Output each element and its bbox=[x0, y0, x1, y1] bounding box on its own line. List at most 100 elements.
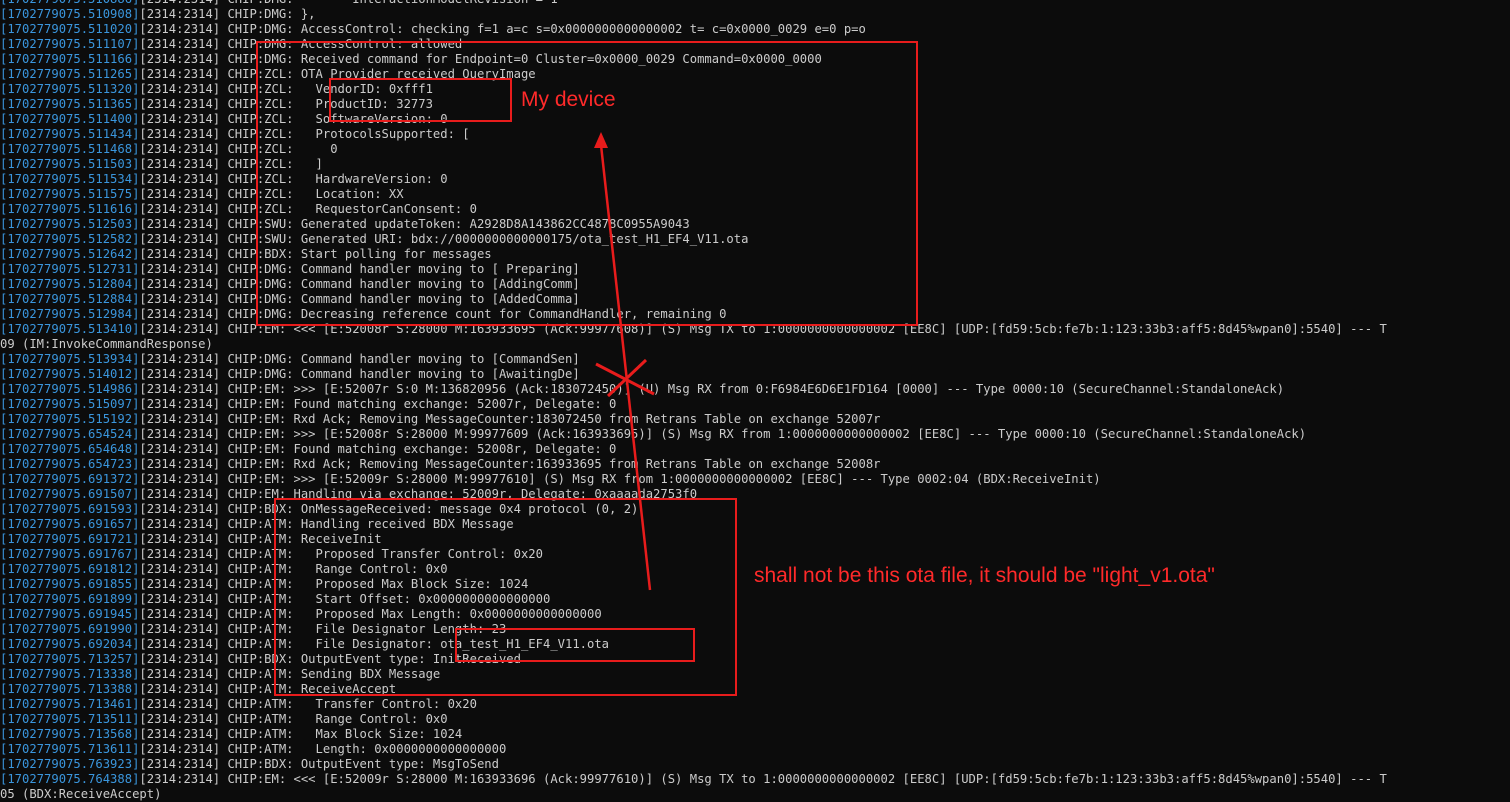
log-timestamp: [1702779075.654723] bbox=[0, 457, 140, 471]
log-line: [1702779075.513934][2314:2314] CHIP:DMG:… bbox=[0, 352, 1510, 367]
log-message: [2314:2314] CHIP:ATM: Sending BDX Messag… bbox=[139, 667, 441, 681]
log-line: [1702779075.511320][2314:2314] CHIP:ZCL:… bbox=[0, 82, 1510, 97]
log-message: [2314:2314] CHIP:BDX: OnMessageReceived:… bbox=[139, 502, 639, 516]
log-line: [1702779075.512731][2314:2314] CHIP:DMG:… bbox=[0, 262, 1510, 277]
log-timestamp: [1702779075.691899] bbox=[0, 592, 140, 606]
log-line: [1702779075.511400][2314:2314] CHIP:ZCL:… bbox=[0, 112, 1510, 127]
wrong-file-annotation: shall not be this ota file, it should be… bbox=[754, 564, 1215, 587]
log-line: 09 (IM:InvokeCommandResponse) bbox=[0, 337, 1510, 352]
log-message: 09 (IM:InvokeCommandResponse) bbox=[0, 337, 213, 351]
log-message: [2314:2314] CHIP:ATM: Proposed Max Block… bbox=[139, 577, 529, 591]
log-timestamp: [1702779075.654524] bbox=[0, 427, 140, 441]
log-line: [1702779075.512503][2314:2314] CHIP:SWU:… bbox=[0, 217, 1510, 232]
log-line: [1702779075.691507][2314:2314] CHIP:EM: … bbox=[0, 487, 1510, 502]
log-timestamp: [1702779075.691372] bbox=[0, 472, 140, 486]
log-line: [1702779075.515192][2314:2314] CHIP:EM: … bbox=[0, 412, 1510, 427]
log-message: [2314:2314] CHIP:ZCL: ProtocolsSupported… bbox=[139, 127, 470, 141]
log-line: [1702779075.510886][2314:2314] CHIP:DMG:… bbox=[0, 0, 1510, 7]
log-line: [1702779075.511468][2314:2314] CHIP:ZCL:… bbox=[0, 142, 1510, 157]
log-line: [1702779075.511166][2314:2314] CHIP:DMG:… bbox=[0, 52, 1510, 67]
log-message: [2314:2314] CHIP:EM: >>> [E:52008r S:280… bbox=[139, 427, 1307, 441]
log-line: [1702779075.713611][2314:2314] CHIP:ATM:… bbox=[0, 742, 1510, 757]
log-message: [2314:2314] CHIP:ZCL: HardwareVersion: 0 bbox=[139, 172, 448, 186]
log-timestamp: [1702779075.510908] bbox=[0, 7, 140, 21]
log-line: [1702779075.512804][2314:2314] CHIP:DMG:… bbox=[0, 277, 1510, 292]
log-message: [2314:2314] CHIP:ATM: Transfer Control: … bbox=[139, 697, 477, 711]
log-message: [2314:2314] CHIP:BDX: OutputEvent type: … bbox=[139, 652, 521, 666]
log-line: [1702779075.691767][2314:2314] CHIP:ATM:… bbox=[0, 547, 1510, 562]
log-timestamp: [1702779075.691855] bbox=[0, 577, 140, 591]
log-timestamp: [1702779075.713338] bbox=[0, 667, 140, 681]
log-timestamp: [1702779075.713257] bbox=[0, 652, 140, 666]
log-line: [1702779075.691990][2314:2314] CHIP:ATM:… bbox=[0, 622, 1510, 637]
log-message: [2314:2314] CHIP:ATM: Range Control: 0x0 bbox=[139, 712, 448, 726]
log-line: [1702779075.512884][2314:2314] CHIP:DMG:… bbox=[0, 292, 1510, 307]
log-line: [1702779075.511265][2314:2314] CHIP:ZCL:… bbox=[0, 67, 1510, 82]
log-line: [1702779075.511575][2314:2314] CHIP:ZCL:… bbox=[0, 187, 1510, 202]
log-message: [2314:2314] CHIP:DMG: AccessControl: che… bbox=[139, 22, 866, 36]
log-timestamp: [1702779075.511320] bbox=[0, 82, 140, 96]
log-line: [1702779075.512642][2314:2314] CHIP:BDX:… bbox=[0, 247, 1510, 262]
log-line: [1702779075.691721][2314:2314] CHIP:ATM:… bbox=[0, 532, 1510, 547]
log-message: [2314:2314] CHIP:DMG: }, bbox=[139, 7, 316, 21]
log-line: [1702779075.510908][2314:2314] CHIP:DMG:… bbox=[0, 7, 1510, 22]
log-timestamp: [1702779075.512731] bbox=[0, 262, 140, 276]
log-message: [2314:2314] CHIP:SWU: Generated URI: bdx… bbox=[139, 232, 749, 246]
log-line: [1702779075.713338][2314:2314] CHIP:ATM:… bbox=[0, 667, 1510, 682]
log-message: [2314:2314] CHIP:ZCL: OTA Provider recei… bbox=[139, 67, 536, 81]
log-message: [2314:2314] CHIP:ATM: Handling received … bbox=[139, 517, 514, 531]
log-timestamp: [1702779075.713388] bbox=[0, 682, 140, 696]
log-timestamp: [1702779075.511575] bbox=[0, 187, 140, 201]
log-timestamp: [1702779075.763923] bbox=[0, 757, 140, 771]
log-message: [2314:2314] CHIP:ATM: ReceiveAccept bbox=[139, 682, 397, 696]
log-message: [2314:2314] CHIP:EM: >>> [E:52007r S:0 M… bbox=[139, 382, 1285, 396]
log-message: [2314:2314] CHIP:DMG: Received command f… bbox=[139, 52, 822, 66]
my-device-annotation: My device bbox=[521, 88, 616, 111]
log-message: [2314:2314] CHIP:ATM: File Designator Le… bbox=[139, 622, 507, 636]
log-message: [2314:2314] CHIP:EM: Handling via exchan… bbox=[139, 487, 698, 501]
log-line: [1702779075.691593][2314:2314] CHIP:BDX:… bbox=[0, 502, 1510, 517]
log-line: [1702779075.691899][2314:2314] CHIP:ATM:… bbox=[0, 592, 1510, 607]
log-timestamp: [1702779075.691767] bbox=[0, 547, 140, 561]
log-message: [2314:2314] CHIP:DMG: Command handler mo… bbox=[139, 262, 580, 276]
log-timestamp: [1702779075.691990] bbox=[0, 622, 140, 636]
log-line: [1702779075.763923][2314:2314] CHIP:BDX:… bbox=[0, 757, 1510, 772]
log-line: [1702779075.511534][2314:2314] CHIP:ZCL:… bbox=[0, 172, 1510, 187]
log-line: [1702779075.713461][2314:2314] CHIP:ATM:… bbox=[0, 697, 1510, 712]
log-message: [2314:2314] CHIP:ZCL: Location: XX bbox=[139, 187, 404, 201]
log-message: [2314:2314] CHIP:EM: <<< [E:52009r S:280… bbox=[139, 772, 1387, 786]
log-timestamp: [1702779075.512582] bbox=[0, 232, 140, 246]
terminal-output[interactable]: [1702779075.510886][2314:2314] CHIP:DMG:… bbox=[0, 0, 1510, 802]
log-timestamp: [1702779075.511468] bbox=[0, 142, 140, 156]
log-message: [2314:2314] CHIP:ATM: ReceiveInit bbox=[139, 532, 382, 546]
log-timestamp: [1702779075.691657] bbox=[0, 517, 140, 531]
log-timestamp: [1702779075.691721] bbox=[0, 532, 140, 546]
log-line: [1702779075.512582][2314:2314] CHIP:SWU:… bbox=[0, 232, 1510, 247]
log-line: [1702779075.511434][2314:2314] CHIP:ZCL:… bbox=[0, 127, 1510, 142]
log-timestamp: [1702779075.511166] bbox=[0, 52, 140, 66]
log-timestamp: [1702779075.512984] bbox=[0, 307, 140, 321]
log-line: [1702779075.512984][2314:2314] CHIP:DMG:… bbox=[0, 307, 1510, 322]
log-line: [1702779075.692034][2314:2314] CHIP:ATM:… bbox=[0, 637, 1510, 652]
log-timestamp: [1702779075.691812] bbox=[0, 562, 140, 576]
log-timestamp: [1702779075.511020] bbox=[0, 22, 140, 36]
log-timestamp: [1702779075.691507] bbox=[0, 487, 140, 501]
log-message: [2314:2314] CHIP:EM: Found matching exch… bbox=[139, 442, 617, 456]
log-timestamp: [1702779075.511534] bbox=[0, 172, 140, 186]
log-message: [2314:2314] CHIP:DMG: Command handler mo… bbox=[139, 352, 580, 366]
log-timestamp: [1702779075.713511] bbox=[0, 712, 140, 726]
log-message: [2314:2314] CHIP:ATM: Proposed Transfer … bbox=[139, 547, 543, 561]
log-timestamp: [1702779075.512884] bbox=[0, 292, 140, 306]
log-message: [2314:2314] CHIP:ATM: Max Block Size: 10… bbox=[139, 727, 463, 741]
log-message: [2314:2314] CHIP:ATM: Proposed Max Lengt… bbox=[139, 607, 602, 621]
log-timestamp: [1702779075.691593] bbox=[0, 502, 140, 516]
log-line: [1702779075.654524][2314:2314] CHIP:EM: … bbox=[0, 427, 1510, 442]
log-message: [2314:2314] CHIP:ZCL: VendorID: 0xfff1 bbox=[139, 82, 433, 96]
log-timestamp: [1702779075.511107] bbox=[0, 37, 140, 51]
log-timestamp: [1702779075.511434] bbox=[0, 127, 140, 141]
log-timestamp: [1702779075.515097] bbox=[0, 397, 140, 411]
log-line: [1702779075.691945][2314:2314] CHIP:ATM:… bbox=[0, 607, 1510, 622]
log-timestamp: [1702779075.511616] bbox=[0, 202, 140, 216]
log-message: [2314:2314] CHIP:EM: Rxd Ack; Removing M… bbox=[139, 457, 881, 471]
log-message: 05 (BDX:ReceiveAccept) bbox=[0, 787, 162, 801]
